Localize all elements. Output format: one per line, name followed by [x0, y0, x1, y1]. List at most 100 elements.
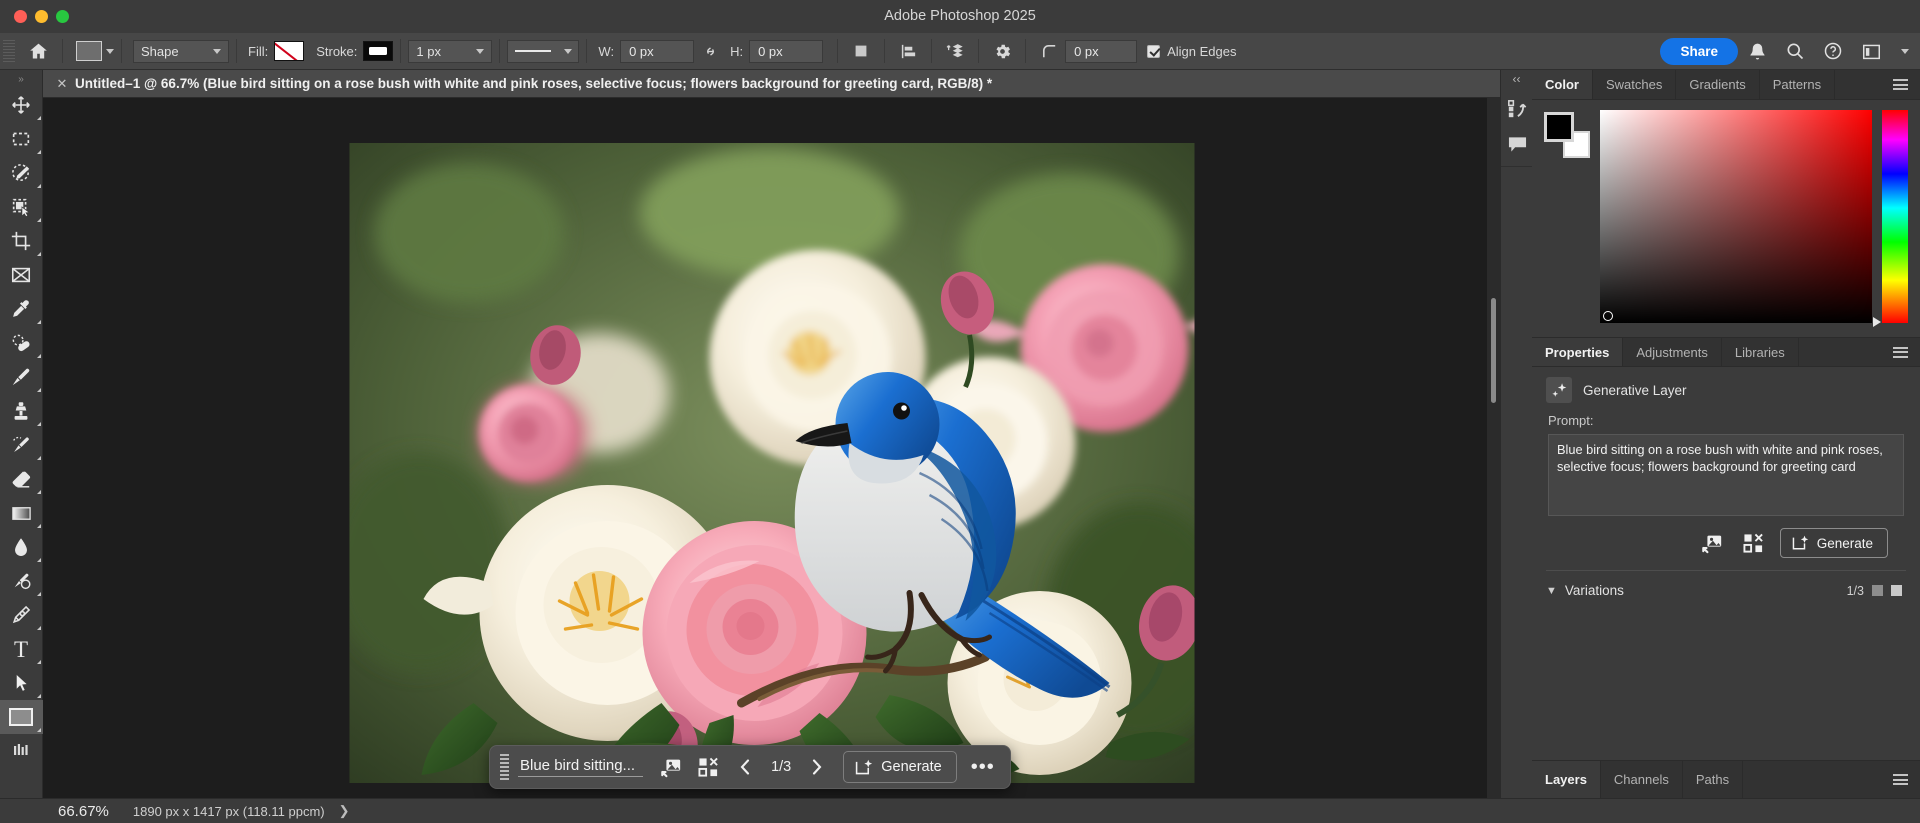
- foreground-color-swatch[interactable]: [1544, 112, 1574, 142]
- sidebar-item-brush-tool[interactable]: [0, 360, 43, 394]
- generative-options-button[interactable]: [1738, 529, 1770, 557]
- sidebar-item-dodge-tool[interactable]: [0, 564, 43, 598]
- tab-layers[interactable]: Layers: [1532, 761, 1601, 798]
- color-picker-marker[interactable]: [1603, 311, 1613, 321]
- link-width-height-button[interactable]: [694, 36, 726, 66]
- next-variation-button[interactable]: [800, 751, 834, 783]
- grid-view-icon-2[interactable]: [1891, 585, 1902, 596]
- divider: [499, 39, 500, 63]
- sidebar-item-lasso-tool[interactable]: [0, 156, 43, 190]
- sidebar-item-gradient-tool[interactable]: [0, 496, 43, 530]
- sidebar-item-object-selection-tool[interactable]: [0, 190, 43, 224]
- generative-options-button[interactable]: [691, 751, 725, 783]
- variations-section[interactable]: ▼ Variations 1/3: [1532, 571, 1920, 598]
- comments-panel-button[interactable]: [1501, 126, 1533, 160]
- home-screen-button[interactable]: [21, 36, 55, 66]
- status-expand-button[interactable]: ❯: [339, 803, 350, 819]
- tab-libraries[interactable]: Libraries: [1722, 338, 1799, 366]
- hue-slider-handle[interactable]: [1873, 317, 1881, 327]
- height-label: H:: [730, 44, 743, 59]
- drag-grip-icon[interactable]: [500, 754, 509, 780]
- layers-panel-tabs: Layers Channels Paths: [1532, 760, 1920, 798]
- fill-color-swatch[interactable]: [274, 41, 304, 61]
- color-panel-menu-button[interactable]: [1881, 70, 1920, 99]
- options-bar-grip[interactable]: [3, 40, 15, 62]
- sidebar-item-eraser-tool[interactable]: [0, 462, 43, 496]
- path-operations-button[interactable]: [845, 36, 877, 66]
- hue-slider[interactable]: [1882, 110, 1908, 323]
- layers-panel-menu-button[interactable]: [1881, 761, 1920, 798]
- sidebar-item-frame-tool[interactable]: [0, 258, 43, 292]
- workspace-button[interactable]: [1852, 35, 1890, 67]
- contextual-prompt-field[interactable]: Blue bird sitting...: [518, 757, 643, 777]
- sidebar-item-history-brush-tool[interactable]: [0, 428, 43, 462]
- align-edges-checkbox[interactable]: [1147, 45, 1160, 58]
- collapse-panels-button[interactable]: ‹‹: [1501, 70, 1532, 86]
- sidebar-item-crop-tool[interactable]: [0, 224, 43, 258]
- height-input[interactable]: 0 px: [749, 40, 823, 63]
- sidebar-item-spot-healing-brush-tool[interactable]: [0, 326, 43, 360]
- contextual-taskbar[interactable]: Blue bird sitting...: [489, 745, 1011, 789]
- close-icon[interactable]: ✕: [55, 76, 69, 92]
- reference-image-button[interactable]: [1696, 529, 1728, 557]
- generate-button[interactable]: Generate: [1780, 528, 1888, 558]
- shape-preset-picker[interactable]: [76, 41, 114, 61]
- sidebar-item-blur-tool[interactable]: [0, 530, 43, 564]
- sidebar-item-rectangular-marquee-tool[interactable]: [0, 122, 43, 156]
- generate-button-label: Generate: [1817, 536, 1873, 551]
- chevron-down-icon: [1901, 49, 1909, 54]
- panel-menu-icon: [1893, 772, 1908, 788]
- sidebar-item-clone-stamp-tool[interactable]: [0, 394, 43, 428]
- sidebar-item-rectangle-tool[interactable]: [0, 700, 43, 734]
- fill-label: Fill:: [248, 44, 268, 59]
- sidebar-item-more-tools[interactable]: [0, 734, 43, 768]
- foreground-background-colors[interactable]: [1544, 112, 1590, 158]
- generative-layer-icon: [1546, 377, 1572, 403]
- tab-patterns[interactable]: Patterns: [1760, 70, 1835, 99]
- properties-panel-menu-button[interactable]: [1881, 338, 1920, 366]
- path-arrangement-button[interactable]: [939, 36, 971, 66]
- share-button[interactable]: Share: [1660, 38, 1738, 65]
- generate-button[interactable]: Generate: [843, 751, 956, 783]
- layer-type-row: Generative Layer: [1532, 367, 1920, 409]
- tab-color[interactable]: Color: [1532, 70, 1593, 99]
- tab-channels[interactable]: Channels: [1601, 761, 1683, 798]
- color-field-picker[interactable]: [1600, 110, 1872, 323]
- geometry-settings-button[interactable]: [986, 36, 1018, 66]
- stroke-color-swatch[interactable]: [363, 41, 393, 61]
- tab-swatches[interactable]: Swatches: [1593, 70, 1676, 99]
- more-options-button[interactable]: •••: [966, 751, 1000, 783]
- prompt-textarea[interactable]: Blue bird sitting on a rose bush with wh…: [1548, 434, 1904, 516]
- sidebar-item-path-selection-tool[interactable]: [0, 666, 43, 700]
- notifications-button[interactable]: [1738, 35, 1776, 67]
- tab-adjustments[interactable]: Adjustments: [1623, 338, 1722, 366]
- tab-paths[interactable]: Paths: [1683, 761, 1743, 798]
- tab-gradients[interactable]: Gradients: [1676, 70, 1759, 99]
- workspace-dropdown-button[interactable]: [1890, 35, 1920, 67]
- canvas-vertical-scrollbar[interactable]: [1487, 98, 1500, 798]
- zoom-level[interactable]: 66.67%: [58, 803, 109, 820]
- width-input[interactable]: 0 px: [620, 40, 694, 63]
- search-button[interactable]: [1776, 35, 1814, 67]
- grid-view-icon[interactable]: [1872, 585, 1883, 596]
- previous-variation-button[interactable]: [728, 751, 762, 783]
- reference-image-button[interactable]: [654, 751, 688, 783]
- tool-mode-select[interactable]: Shape: [133, 40, 229, 63]
- document-tab[interactable]: ✕ Untitled–1 @ 66.7% (Blue bird sitting …: [43, 70, 1500, 98]
- chevron-down-icon[interactable]: ▼: [1546, 585, 1557, 597]
- document-artboard[interactable]: [349, 143, 1194, 783]
- canvas-area[interactable]: [43, 98, 1500, 798]
- stroke-width-select[interactable]: 1 px: [408, 40, 492, 63]
- help-button[interactable]: [1814, 35, 1852, 67]
- sidebar-item-move-tool[interactable]: [0, 88, 43, 122]
- align-edges-toggle[interactable]: Align Edges: [1147, 44, 1236, 59]
- sidebar-item-pen-tool[interactable]: [0, 598, 43, 632]
- stroke-style-select[interactable]: [507, 40, 579, 63]
- history-panel-button[interactable]: [1501, 92, 1533, 126]
- sidebar-item-eyedropper-tool[interactable]: [0, 292, 43, 326]
- tools-panel-grip[interactable]: »: [12, 74, 30, 85]
- sidebar-item-type-tool[interactable]: T: [0, 632, 43, 666]
- corner-radius-input[interactable]: 0 px: [1065, 40, 1137, 63]
- path-alignment-button[interactable]: [892, 36, 924, 66]
- tab-properties[interactable]: Properties: [1532, 338, 1623, 366]
